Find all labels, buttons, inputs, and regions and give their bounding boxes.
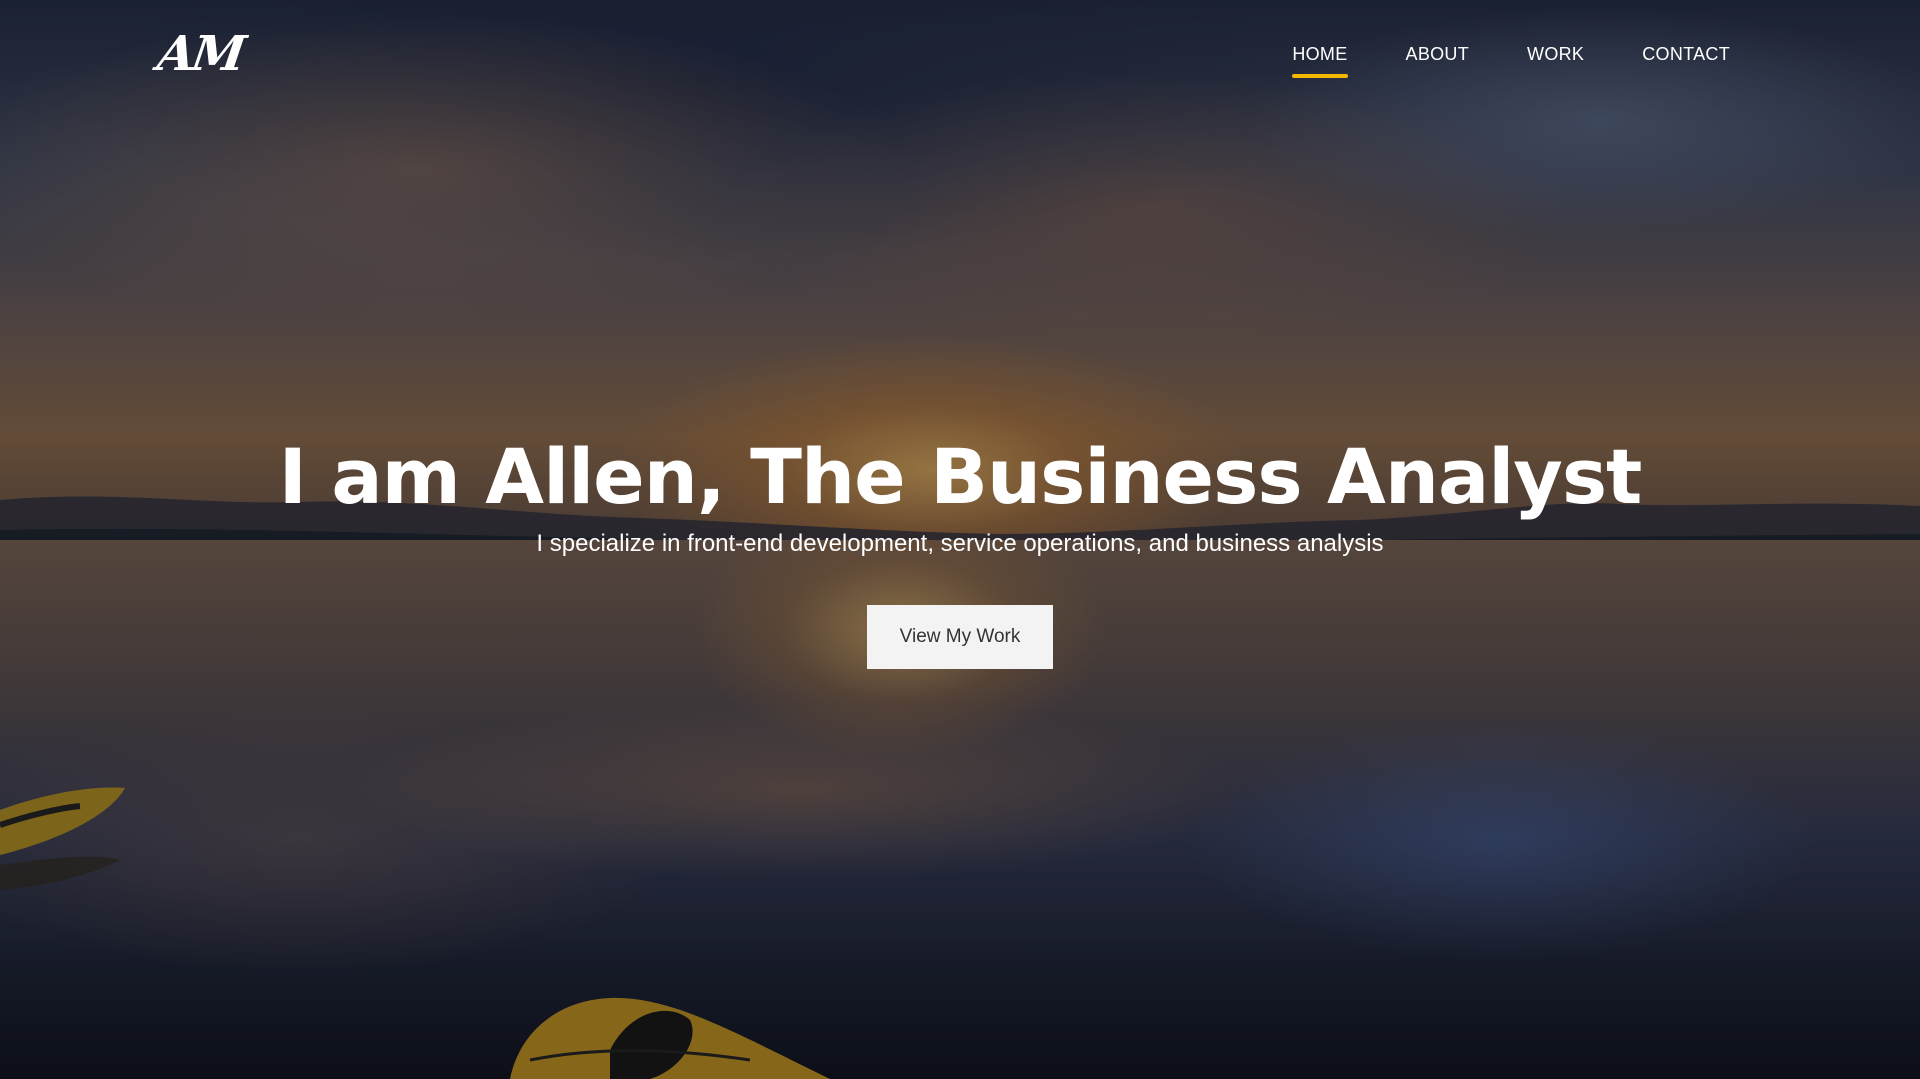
main-nav: HOME ABOUT WORK CONTACT [1234, 44, 1730, 78]
nav-item-contact[interactable]: CONTACT [1642, 44, 1730, 75]
site-logo[interactable]: AM [154, 26, 246, 82]
nav-item-work[interactable]: WORK [1527, 44, 1584, 75]
hero-subtitle: I specialize in front-end development, s… [536, 530, 1384, 557]
hero-section: AM HOME ABOUT WORK CONTACT I am Allen, T… [0, 0, 1920, 1079]
nav-item-about[interactable]: ABOUT [1406, 44, 1470, 75]
hero-title: I am Allen, The Business Analyst [278, 432, 1643, 521]
nav-item-home[interactable]: HOME [1292, 44, 1348, 78]
view-my-work-button[interactable]: View My Work [867, 605, 1053, 669]
